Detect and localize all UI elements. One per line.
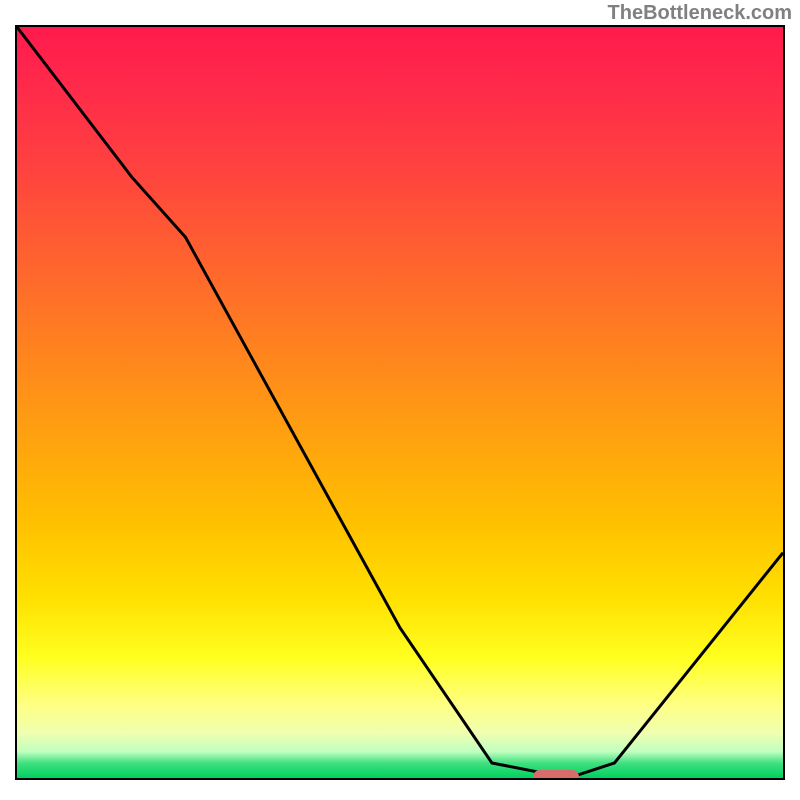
watermark-text: TheBottleneck.com [608,2,792,25]
chart-plot-area [15,25,785,780]
bottleneck-curve-path [17,27,783,778]
optimal-point-marker [533,770,579,780]
chart-line-svg [17,27,783,778]
